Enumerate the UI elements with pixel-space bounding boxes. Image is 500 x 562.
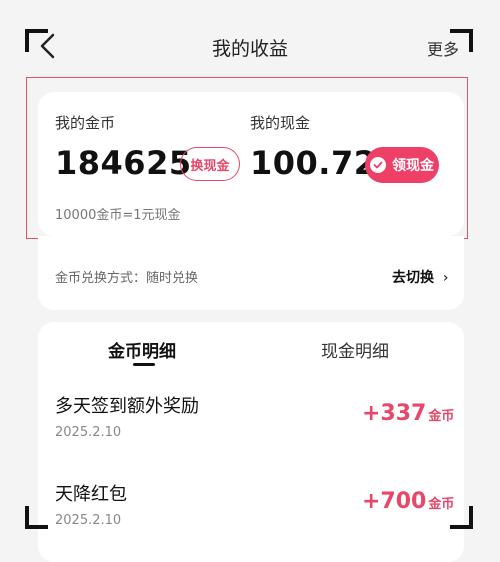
record-amount: +337 金币: [362, 401, 454, 426]
exchange-rate-text: 10000金币=1元现金: [55, 208, 181, 223]
tab-cash-details[interactable]: 现金明细: [321, 337, 389, 362]
coins-value: 184625: [55, 144, 192, 182]
record-date: 2025.2.10: [55, 513, 122, 528]
coins-label: 我的金币: [55, 114, 116, 132]
record-amount: +700 金币: [362, 489, 454, 514]
active-tab-indicator: [133, 363, 155, 366]
crop-corner-icon: [25, 29, 48, 52]
record-amount-value: +337: [362, 401, 427, 426]
tab-coin-details[interactable]: 金币明细: [108, 337, 176, 362]
crop-corner-icon: [450, 506, 473, 529]
detail-card: 金币明细 现金明细 多天签到额外奖励 2025.2.10 +337 金币 天降红包…: [38, 322, 464, 562]
chevron-right-icon: ›: [442, 270, 449, 286]
record-title: 天降红包: [55, 484, 127, 505]
switch-mode-label: 去切换: [392, 270, 434, 286]
crop-corner-icon: [450, 29, 473, 52]
record-title: 多天签到额外奖励: [55, 396, 199, 417]
page-title: 我的收益: [211, 38, 288, 60]
claim-cash-label: 领现金: [392, 158, 434, 174]
record-amount-value: +700: [362, 489, 427, 514]
coin-icon: [370, 157, 386, 173]
app-header: 我的收益 更多: [0, 0, 500, 84]
claim-cash-button[interactable]: 领现金: [365, 147, 439, 183]
switch-mode-link[interactable]: 去切换 ›: [392, 267, 448, 287]
exchange-mode-card: 金币兑换方式：随时兑换 去切换 ›: [38, 236, 464, 310]
crop-corner-icon: [25, 506, 48, 529]
record-date: 2025.2.10: [55, 425, 122, 440]
cash-label: 我的现金: [250, 114, 311, 132]
record-amount-unit: 金币: [428, 409, 455, 424]
exchange-cash-button[interactable]: 换现金: [180, 147, 240, 181]
cash-value: 100.72: [250, 144, 377, 182]
exchange-mode-text: 金币兑换方式：随时兑换: [55, 271, 199, 286]
earnings-summary-card: 我的金币 184625 换现金 我的现金 100.72 领现金 10000金币=…: [38, 92, 464, 236]
